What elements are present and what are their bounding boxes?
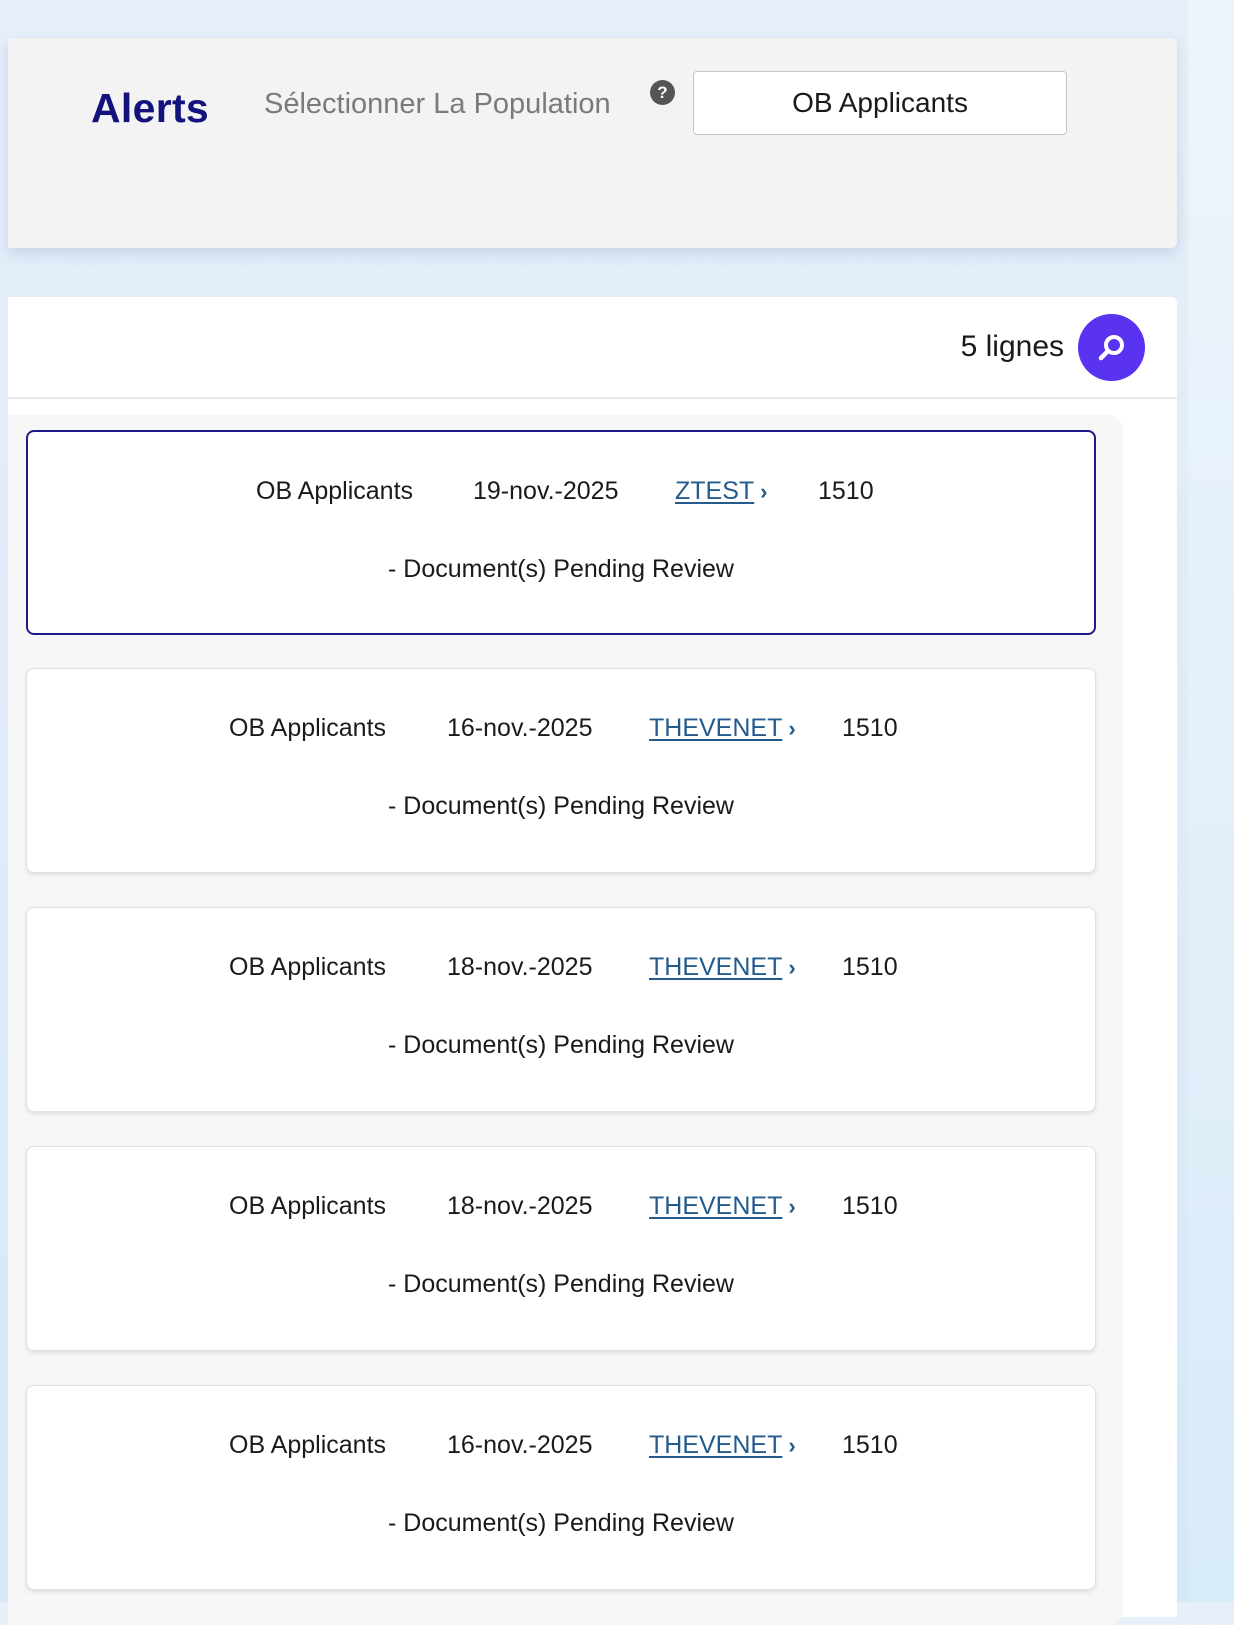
alert-date: 19-nov.-2025 — [473, 477, 619, 505]
alert-population: OB Applicants — [229, 953, 387, 981]
alert-code: 1510 — [842, 953, 898, 981]
alert-user-name[interactable]: THEVENET — [649, 1192, 782, 1220]
alert-user-name[interactable]: ZTEST — [675, 477, 754, 505]
alert-user-name[interactable]: THEVENET — [649, 953, 782, 981]
alert-description: - Document(s) Pending Review — [388, 1270, 734, 1298]
alert-description: - Document(s) Pending Review — [388, 1031, 734, 1059]
alert-description: - Document(s) Pending Review — [388, 555, 734, 583]
right-background-strip — [1188, 0, 1234, 1602]
chevron-right-icon: › — [788, 1194, 796, 1219]
alert-code: 1510 — [842, 1192, 898, 1220]
alert-population: OB Applicants — [229, 1192, 387, 1220]
alert-card[interactable]: OB Applicants 18-nov.-2025 THEVENET › 1510 - … — [26, 1146, 1096, 1351]
alert-description: - Document(s) Pending Review — [388, 1509, 734, 1537]
alert-date: 16-nov.-2025 — [447, 714, 593, 742]
search-icon — [1098, 334, 1124, 360]
population-select[interactable]: OB Applicants — [693, 71, 1067, 135]
alert-list: OB Applicants 19-nov.-2025 ZTEST › 1510- Doc… — [8, 415, 1123, 1625]
chevron-right-icon: › — [788, 716, 796, 741]
alert-card[interactable]: OB Applicants 16-nov.-2025 THEVENET › 1510 - … — [26, 1385, 1096, 1590]
alert-user-name[interactable]: THEVENET — [649, 714, 782, 742]
alert-card[interactable]: OB Applicants 16-nov.-2025 THEVENET › 1510 - … — [26, 668, 1096, 873]
alert-card[interactable]: OB Applicants 18-nov.-2025 THEVENET › 1510 - … — [26, 907, 1096, 1112]
alert-date: 18-nov.-2025 — [447, 953, 593, 981]
search-button[interactable] — [1078, 314, 1145, 381]
row-count: 5 lignes — [960, 330, 1064, 363]
alert-date: 18-nov.-2025 — [447, 1192, 593, 1220]
chevron-right-icon: › — [760, 479, 768, 504]
alert-user-link[interactable]: THEVENET › — [649, 953, 796, 982]
alert-description: - Document(s) Pending Review — [388, 792, 734, 820]
alert-user-link[interactable]: THEVENET › — [649, 1192, 796, 1221]
alert-card[interactable]: OB Applicants 19-nov.-2025 ZTEST › 1510 - Doc… — [26, 430, 1096, 635]
results-toolbar: 5 lignes — [8, 297, 1177, 399]
alert-code: 1510 — [818, 477, 874, 505]
alert-user-name[interactable]: THEVENET — [649, 1431, 782, 1459]
question-circle-icon[interactable]: ? — [650, 80, 675, 105]
alert-population: OB Applicants — [229, 714, 387, 742]
alert-user-link[interactable]: THEVENET › — [649, 714, 796, 743]
header-panel: Alerts Sélectionner La Population ? OB A… — [8, 38, 1177, 248]
alert-user-link[interactable]: THEVENET › — [649, 1431, 796, 1460]
alert-code: 1510 — [842, 714, 898, 742]
alert-population: OB Applicants — [229, 1431, 387, 1459]
alert-code: 1510 — [842, 1431, 898, 1459]
results-panel: 5 lignes OB Applicants 19-nov.-2025 ZTEST ›… — [8, 297, 1177, 1625]
alert-date: 16-nov.-2025 — [447, 1431, 593, 1459]
alert-user-link[interactable]: ZTEST › — [675, 477, 768, 506]
chevron-right-icon: › — [788, 955, 796, 980]
population-label: Sélectionner La Population — [264, 88, 611, 120]
chevron-right-icon: › — [788, 1433, 796, 1458]
alert-population: OB Applicants — [256, 477, 414, 505]
page-title: Alerts — [91, 85, 210, 131]
